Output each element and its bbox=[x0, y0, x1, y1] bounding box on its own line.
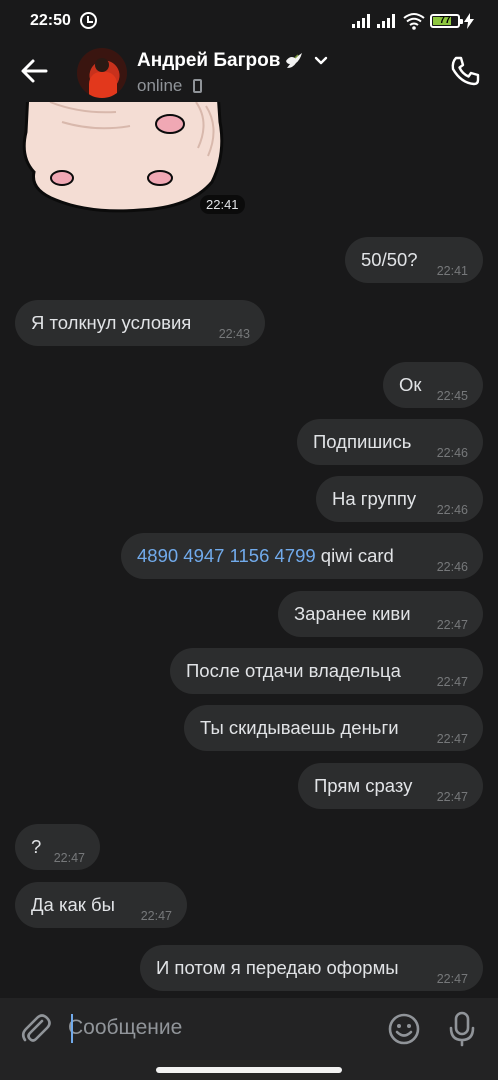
dove-icon bbox=[286, 53, 302, 68]
message-time: 22:47 bbox=[140, 909, 172, 923]
battery-level: 77 bbox=[439, 15, 451, 26]
message-time: 22:41 bbox=[436, 264, 468, 278]
message-time: 22:47 bbox=[436, 972, 468, 986]
wifi-icon bbox=[403, 13, 425, 30]
message-text: Ты скидываешь деньги bbox=[200, 717, 399, 738]
microphone-icon[interactable] bbox=[448, 1011, 476, 1047]
message-text: Прям сразу bbox=[314, 775, 413, 796]
status-bar: 22:50 77 bbox=[0, 0, 498, 40]
message-time: 22:47 bbox=[53, 851, 85, 865]
message-time: 22:46 bbox=[436, 560, 468, 574]
outgoing-message[interactable]: Подпишись 22:46 bbox=[297, 419, 483, 465]
phone-call-icon[interactable] bbox=[449, 55, 481, 87]
signal-icon bbox=[352, 14, 372, 28]
attach-icon[interactable] bbox=[20, 1012, 52, 1046]
message-time: 22:43 bbox=[218, 327, 250, 341]
message-text: На группу bbox=[332, 488, 417, 509]
message-text: 50/50? bbox=[361, 249, 418, 270]
message-composer bbox=[0, 998, 498, 1062]
signal-icon bbox=[377, 14, 397, 28]
mobile-device-icon bbox=[193, 79, 202, 93]
contact-name[interactable]: Андрей Багров bbox=[137, 50, 280, 72]
message-text: Да как бы bbox=[31, 894, 115, 915]
outgoing-message[interactable]: На группу 22:46 bbox=[316, 476, 483, 522]
message-time: 22:45 bbox=[436, 389, 468, 403]
incoming-message[interactable]: ? 22:47 bbox=[15, 824, 100, 870]
status-time: 22:50 bbox=[30, 12, 71, 29]
outgoing-message[interactable]: Заранее киви 22:47 bbox=[278, 591, 483, 637]
charging-icon bbox=[464, 13, 474, 29]
message-text: После отдачи владельца bbox=[186, 660, 401, 681]
card-number-link[interactable]: 4890 4947 1156 4799 bbox=[137, 545, 316, 566]
message-time: 22:47 bbox=[436, 790, 468, 804]
message-time: 22:47 bbox=[436, 675, 468, 689]
incoming-message[interactable]: Я толкнул условия 22:43 bbox=[15, 300, 265, 346]
message-time: 22:46 bbox=[436, 503, 468, 517]
outgoing-message[interactable]: И потом я передаю оформы 22:47 bbox=[140, 945, 483, 991]
message-time: 22:46 bbox=[436, 446, 468, 460]
outgoing-message[interactable]: Ок 22:45 bbox=[383, 362, 483, 408]
back-arrow-icon[interactable] bbox=[18, 54, 52, 88]
message-text-rest: qiwi card bbox=[315, 545, 394, 566]
alarm-icon bbox=[80, 12, 97, 29]
emoji-icon[interactable] bbox=[387, 1012, 421, 1046]
message-input[interactable] bbox=[68, 1008, 368, 1048]
message-text: Подпишись bbox=[313, 431, 412, 452]
home-indicator[interactable] bbox=[156, 1067, 342, 1073]
avatar[interactable] bbox=[77, 48, 127, 98]
message-text: 4890 4947 1156 4799 qiwi card bbox=[137, 545, 394, 567]
battery-icon: 77 bbox=[430, 14, 463, 28]
message-text: Я толкнул условия bbox=[31, 312, 192, 333]
message-list[interactable]: 22:41 50/50? 22:41 Я толкнул условия 22:43 О… bbox=[0, 102, 498, 1000]
navigation-bar bbox=[0, 1062, 498, 1080]
chevron-down-icon[interactable] bbox=[314, 56, 328, 66]
online-status: online bbox=[137, 76, 183, 95]
outgoing-message[interactable]: Ты скидываешь деньги 22:47 bbox=[184, 705, 483, 751]
message-time: 22:47 bbox=[436, 732, 468, 746]
message-text: Заранее киви bbox=[294, 603, 411, 624]
message-text: И потом я передаю оформы bbox=[156, 957, 399, 978]
message-time: 22:47 bbox=[436, 618, 468, 632]
text-cursor bbox=[71, 1014, 73, 1043]
outgoing-message[interactable]: 50/50? 22:41 bbox=[345, 237, 483, 283]
outgoing-message[interactable]: После отдачи владельца 22:47 bbox=[170, 648, 483, 694]
outgoing-message[interactable]: Прям сразу 22:47 bbox=[298, 763, 483, 809]
incoming-message[interactable]: Да как бы 22:47 bbox=[15, 882, 187, 928]
message-text: Ок bbox=[399, 374, 422, 395]
outgoing-message[interactable]: 4890 4947 1156 4799 qiwi card 22:46 bbox=[121, 533, 483, 579]
message-text: ? bbox=[31, 836, 42, 857]
message-time: 22:41 bbox=[200, 195, 245, 214]
chat-header: Андрей Багров online bbox=[0, 40, 498, 102]
